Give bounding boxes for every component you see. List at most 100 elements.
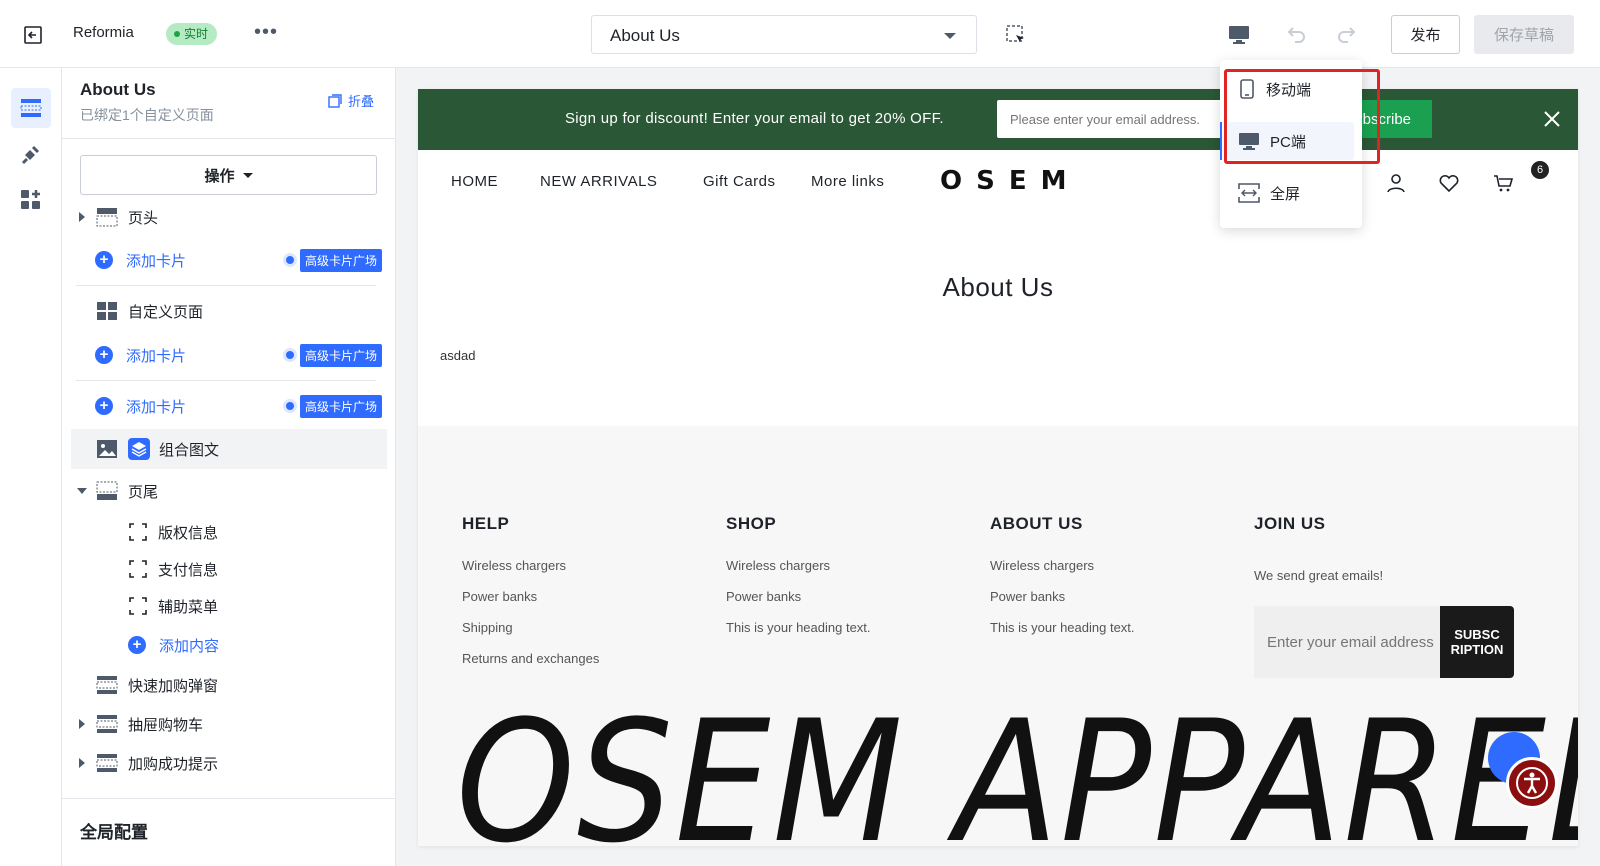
footer-link[interactable]: Power banks — [726, 589, 871, 620]
top-toolbar: Reformia 实时 ••• About Us 发布 保存草稿 — [0, 0, 1600, 68]
add-card-row[interactable]: + 添加卡片 高级卡片广场 — [62, 389, 396, 423]
add-icon: + — [95, 251, 113, 269]
tree-item-image-text[interactable]: 组合图文 — [71, 429, 387, 469]
footer-link[interactable]: This is your heading text. — [726, 620, 871, 651]
accessibility-button[interactable] — [1506, 757, 1558, 809]
caret-down-icon — [242, 172, 253, 178]
desktop-device-icon[interactable] — [1227, 23, 1251, 45]
global-config-header[interactable]: 全局配置 — [80, 818, 148, 843]
premium-tag: 高级卡片广场 — [299, 343, 382, 367]
promo-email-input[interactable] — [997, 100, 1247, 138]
new-dot-icon — [285, 351, 294, 359]
footer-column-title: ABOUT US — [990, 514, 1083, 533]
store-nav: HOME NEW ARRIVALS Gift Cards More links … — [418, 150, 1578, 216]
nav-item-home[interactable]: HOME — [451, 173, 498, 190]
footer-column-title: SHOP — [726, 514, 777, 533]
tree-item-aux-menu[interactable]: 辅助菜单 — [62, 589, 396, 623]
tree-item-label: 自定义页面 — [128, 303, 204, 321]
promo-text: Sign up for discount! Enter your email t… — [565, 110, 944, 127]
tree-item-label: 版权信息 — [158, 524, 219, 542]
grid-section-icon — [97, 302, 117, 320]
wishlist-heart-icon[interactable] — [1438, 172, 1460, 194]
add-card-link[interactable]: 添加卡片 — [126, 345, 186, 366]
add-card-link[interactable]: 添加卡片 — [126, 250, 186, 271]
device-option-label: 全屏 — [1270, 185, 1301, 203]
tree-item-custom-page[interactable]: 自定义页面 — [62, 294, 396, 328]
join-text: We send great emails! — [1254, 568, 1384, 583]
footer-link[interactable]: Wireless chargers — [726, 558, 871, 589]
device-option-fullscreen[interactable]: 全屏 — [1228, 174, 1354, 212]
drawer-section-icon — [96, 715, 118, 733]
footer-link[interactable]: Shipping — [462, 620, 599, 651]
footer-link[interactable]: This is your heading text. — [990, 620, 1135, 651]
add-card-row[interactable]: + 添加卡片 高级卡片广场 — [62, 338, 396, 372]
nav-item-more-links[interactable]: More links — [811, 173, 884, 190]
exit-editor-icon[interactable] — [22, 24, 44, 46]
add-card-row[interactable]: + 添加卡片 高级卡片广场 — [62, 243, 396, 277]
block-outline-icon — [129, 523, 147, 541]
footer-column-title: JOIN US — [1254, 514, 1326, 533]
collapse-arrow-icon[interactable] — [77, 488, 87, 494]
collapse-button[interactable]: 折叠 — [328, 91, 374, 110]
publish-button[interactable]: 发布 — [1391, 15, 1460, 54]
tree-item-label: 支付信息 — [158, 561, 219, 579]
tree-item-add-success[interactable]: 加购成功提示 — [62, 746, 396, 780]
page-body-text[interactable]: asdad — [440, 348, 475, 363]
footer-email-input[interactable] — [1254, 606, 1440, 678]
redo-icon[interactable] — [1336, 23, 1360, 45]
sections-panel: About Us 已绑定1个自定义页面 折叠 操作 页头 + 添加卡片 高级卡片… — [62, 68, 396, 866]
expand-arrow-icon[interactable] — [79, 719, 85, 729]
premium-card-plaza[interactable]: 高级卡片广场 — [285, 394, 382, 418]
undo-icon[interactable] — [1283, 23, 1307, 45]
tree-item-label: 辅助菜单 — [158, 598, 219, 616]
footer-link[interactable]: Returns and exchanges — [462, 651, 599, 682]
operations-button[interactable]: 操作 — [80, 155, 377, 195]
block-outline-icon — [129, 597, 147, 615]
rail-item-theme[interactable] — [11, 134, 51, 174]
save-draft-button[interactable]: 保存草稿 — [1474, 15, 1574, 54]
live-badge-label: 实时 — [184, 27, 209, 41]
footer-link[interactable]: Wireless chargers — [462, 558, 599, 589]
close-icon[interactable] — [1541, 108, 1563, 130]
nav-item-gift-cards[interactable]: Gift Cards — [703, 173, 776, 190]
account-icon[interactable] — [1385, 172, 1407, 194]
premium-card-plaza[interactable]: 高级卡片广场 — [285, 343, 382, 367]
footer-column-help: HELP Wireless chargers Power banks Shipp… — [462, 514, 599, 682]
footer-subscribe-button[interactable]: SUBSCRIPTION — [1440, 606, 1514, 678]
add-card-link[interactable]: 添加卡片 — [126, 396, 186, 417]
tree-item-payment[interactable]: 支付信息 — [62, 552, 396, 586]
expand-arrow-icon[interactable] — [79, 758, 85, 768]
block-outline-icon — [129, 560, 147, 578]
footer-link[interactable]: Wireless chargers — [990, 558, 1135, 589]
tree-item-quick-add[interactable]: 快速加购弹窗 — [62, 668, 396, 702]
more-options-icon[interactable]: ••• — [254, 22, 278, 42]
tree-item-drawer-cart[interactable]: 抽屉购物车 — [62, 707, 396, 741]
footer-column-join: JOIN US — [1254, 514, 1326, 558]
cart-count-badge: 6 — [1531, 161, 1549, 179]
tree-item-footer[interactable]: 页尾 — [62, 474, 396, 508]
divider — [76, 380, 376, 381]
footer-link[interactable]: Power banks — [462, 589, 599, 620]
page-heading[interactable]: About Us — [418, 272, 1578, 303]
collapse-icon — [328, 93, 342, 108]
cart-icon[interactable] — [1492, 172, 1514, 194]
nav-item-new-arrivals[interactable]: NEW ARRIVALS — [540, 173, 657, 190]
tree-item-header[interactable]: 页头 — [62, 200, 396, 234]
add-content-link[interactable]: 添加内容 — [159, 635, 219, 656]
panel-title: About Us — [80, 80, 156, 99]
apps-icon — [21, 190, 40, 209]
tree-item-copyright[interactable]: 版权信息 — [62, 515, 396, 549]
page-select[interactable]: About Us — [591, 15, 977, 54]
expand-arrow-icon[interactable] — [79, 212, 85, 222]
rail-item-sections[interactable] — [11, 88, 51, 128]
store-logo[interactable]: OSEM — [940, 166, 1080, 196]
highlight-annotation-box — [1224, 69, 1380, 164]
premium-tag: 高级卡片广场 — [299, 248, 382, 272]
footer-link[interactable]: Power banks — [990, 589, 1135, 620]
premium-card-plaza[interactable]: 高级卡片广场 — [285, 248, 382, 272]
element-picker-icon[interactable] — [1005, 24, 1027, 46]
add-content-row[interactable]: + 添加内容 — [62, 628, 396, 662]
add-icon: + — [95, 346, 113, 364]
left-icon-rail — [0, 68, 62, 866]
rail-item-apps[interactable] — [11, 180, 51, 220]
